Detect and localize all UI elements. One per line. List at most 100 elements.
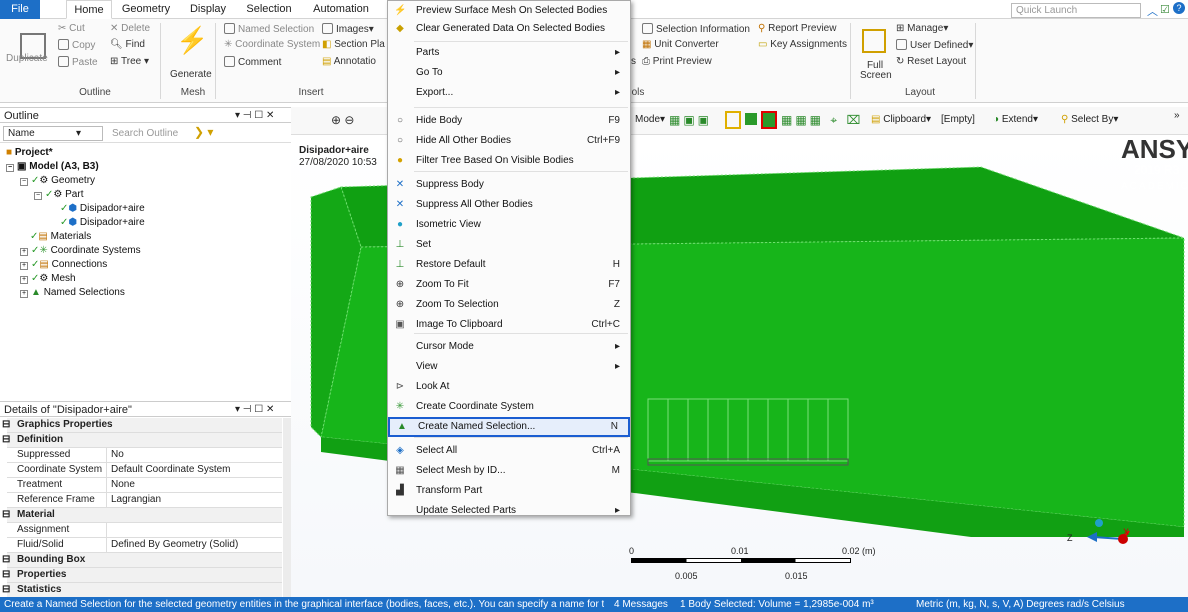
details-value[interactable]: Defined By Geometry (Solid) — [108, 538, 238, 552]
menu-item-suppress-all-other-bodies[interactable]: ✕ Suppress All Other Bodies — [388, 195, 630, 215]
collapse-icon[interactable]: − — [6, 164, 14, 172]
help-icon[interactable]: ? — [1173, 2, 1185, 14]
filter-chevron-icon[interactable]: ❯ ▾ — [194, 125, 213, 139]
find-button[interactable]: 🔍︎ Find — [110, 39, 145, 50]
expand-icon[interactable]: + — [20, 262, 28, 270]
annotation-button[interactable]: ▤ Annotatio — [322, 56, 376, 67]
tree-item-connections[interactable]: + ✓▤ Connections — [20, 259, 107, 270]
selection-filter-icons[interactable]: ▦▣▣ — [669, 113, 712, 127]
tree-item-coordinate-systems[interactable]: + ✓✳ Coordinate Systems — [20, 245, 141, 256]
unit-converter-button[interactable]: ▦ Unit Converter — [642, 39, 719, 50]
delete-button[interactable]: ✕ Delete — [110, 23, 150, 34]
details-row[interactable]: Coordinate System Default Coordinate Syst… — [7, 463, 282, 478]
menu-item-image-to-clipboard[interactable]: ▣ Image To Clipboard Ctrl+C — [388, 315, 630, 335]
details-section[interactable]: ⊟ Material — [2, 508, 282, 523]
tab-display[interactable]: Display — [185, 0, 231, 19]
search-outline-input[interactable]: Search Outline — [112, 126, 192, 141]
collapse-ribbon-icon[interactable]: ︿ — [1147, 3, 1158, 19]
details-section[interactable]: ⊟ Bounding Box — [2, 553, 282, 568]
tree-item-materials[interactable]: ✓▤ Materials — [30, 231, 91, 242]
tree-item-body-2[interactable]: ✓⬢ Disipador+aire — [60, 217, 145, 228]
menu-item-transform-part[interactable]: ▟ Transform Part — [388, 481, 630, 501]
paste-button[interactable]: Paste — [58, 56, 98, 68]
extra-filter-icons[interactable]: ▦▦▦ ⌖ ⌧ — [781, 113, 863, 128]
full-screen-icon[interactable] — [862, 29, 886, 53]
duplicate-button[interactable]: Duplicate — [6, 53, 48, 64]
quick-launch-input[interactable]: Quick Launch — [1011, 3, 1141, 18]
menu-item-look-at[interactable]: ⊳ Look At — [388, 377, 630, 397]
tab-automation[interactable]: Automation — [311, 0, 371, 19]
name-column-dropdown[interactable]: Name ▾ — [3, 126, 103, 141]
details-scrollbar[interactable] — [283, 418, 291, 597]
menu-item-cursor-mode[interactable]: Cursor Mode ▸ — [388, 337, 630, 357]
tab-file[interactable]: File — [0, 0, 40, 19]
clipboard-button[interactable]: ▤ Clipboard▾ — [871, 114, 931, 125]
section-plane-button[interactable]: ◧ Section Pla — [322, 39, 385, 50]
messages-link[interactable]: 4 Messages — [614, 597, 668, 612]
tab-geometry[interactable]: Geometry — [120, 0, 172, 19]
details-row[interactable]: Reference Frame Lagrangian — [7, 493, 282, 508]
images-button[interactable]: Images▾ — [322, 23, 374, 35]
details-row[interactable]: Fluid/Solid Defined By Geometry (Solid) — [7, 538, 282, 553]
details-value[interactable]: Lagrangian — [108, 493, 161, 507]
tree-item-named-selections[interactable]: + ▲ Named Selections — [20, 287, 125, 298]
manage-button[interactable]: ⊞ Manage▾ — [896, 23, 948, 34]
panel-controls-icon[interactable]: ▾ ⊣ ☐ ✕ — [235, 108, 274, 124]
details-row[interactable]: Assignment — [7, 523, 282, 538]
axis-triad[interactable] — [1081, 517, 1131, 557]
details-value[interactable]: None — [108, 478, 135, 492]
tree-item-body-1[interactable]: ✓⬢ Disipador+aire — [60, 203, 145, 214]
tree-item-model[interactable]: − ▣ Model (A3, B3) — [6, 161, 99, 172]
body-select-icon[interactable] — [761, 111, 777, 129]
selection-information-button[interactable]: Selection Information — [642, 23, 750, 35]
expand-icon[interactable]: + — [20, 276, 28, 284]
tree-item-project[interactable]: ■ Project* — [6, 147, 53, 158]
details-row[interactable]: Suppressed No — [7, 448, 282, 463]
generate-mesh-icon[interactable]: ⚡ — [176, 25, 208, 56]
tab-home[interactable]: Home — [66, 0, 112, 19]
extend-button[interactable]: ◑ Extend▾ — [993, 114, 1038, 125]
tree-item-part[interactable]: − ✓⚙ Part — [34, 189, 83, 200]
menu-item-filter-tree-based-on-visible-bodies[interactable]: ● Filter Tree Based On Visible Bodies — [388, 151, 630, 171]
details-value[interactable]: No — [108, 448, 124, 462]
details-section[interactable]: ⊟ Statistics — [2, 583, 282, 597]
print-preview-button[interactable]: ⎙ Print Preview — [642, 56, 712, 67]
feedback-icon[interactable]: ☑ — [1160, 3, 1170, 16]
menu-item-select-mesh-by-id[interactable]: ▦ Select Mesh by ID... M — [388, 461, 630, 481]
tree-item-geometry[interactable]: − ✓⚙ Geometry — [20, 175, 95, 186]
menu-item-parts[interactable]: Parts ▸ — [388, 43, 630, 63]
panel-controls-icon[interactable]: ▾ ⊣ ☐ ✕ — [235, 402, 274, 418]
mode-button[interactable]: Mode▾ — [635, 114, 665, 125]
menu-item-create-named-selection[interactable]: ▲ Create Named Selection... N — [388, 417, 630, 437]
tree-item-mesh[interactable]: + ✓⚙ Mesh — [20, 273, 76, 284]
collapse-icon[interactable]: − — [20, 178, 28, 186]
units-info[interactable]: Metric (m, kg, N, s, V, A) Degrees rad/s… — [916, 597, 1125, 612]
details-section[interactable]: ⊟ Definition — [2, 433, 282, 448]
menu-item-update-selected-parts[interactable]: Update Selected Parts ▸ — [388, 501, 630, 521]
reset-layout-button[interactable]: ↻ Reset Layout — [896, 56, 966, 67]
report-preview-button[interactable]: ⚲ Report Preview — [758, 23, 836, 34]
menu-item-view[interactable]: View ▸ — [388, 357, 630, 377]
menu-item-select-all[interactable]: ◈ Select All Ctrl+A — [388, 441, 630, 461]
menu-item-preview-surface-mesh-on-selected-bodies[interactable]: ⚡ Preview Surface Mesh On Selected Bodies — [388, 1, 630, 21]
menu-item-set[interactable]: ⊥ Set — [388, 235, 630, 255]
select-by-button[interactable]: ⚲ Select By▾ — [1061, 114, 1118, 125]
details-section[interactable]: ⊟ Properties — [2, 568, 282, 583]
expand-icon[interactable]: + — [20, 248, 28, 256]
menu-item-hide-body[interactable]: ○ Hide Body F9 — [388, 111, 630, 131]
filter-icon[interactable] — [745, 113, 757, 125]
menu-item-export[interactable]: Export... ▸ — [388, 83, 630, 103]
copy-button[interactable]: Copy — [58, 39, 95, 51]
generate-button[interactable]: Generate — [170, 69, 212, 80]
body-filter-yellow-icon[interactable] — [725, 111, 741, 129]
toolbar-overflow-icon[interactable]: » — [1174, 110, 1180, 121]
collapse-icon[interactable]: − — [34, 192, 42, 200]
menu-item-zoom-to-selection[interactable]: ⊕ Zoom To Selection Z — [388, 295, 630, 315]
coordinate-system-button[interactable]: ✳ Coordinate System — [224, 39, 320, 50]
menu-item-go-to[interactable]: Go To ▸ — [388, 63, 630, 83]
menu-item-restore-default[interactable]: ⊥ Restore Default H — [388, 255, 630, 275]
menu-item-clear-generated-data-on-selected-bodies[interactable]: ◆ Clear Generated Data On Selected Bodies — [388, 19, 630, 39]
key-assignments-button[interactable]: ▭ Key Assignments — [758, 39, 847, 50]
menu-item-isometric-view[interactable]: ● Isometric View — [388, 215, 630, 235]
tab-selection[interactable]: Selection — [244, 0, 294, 19]
